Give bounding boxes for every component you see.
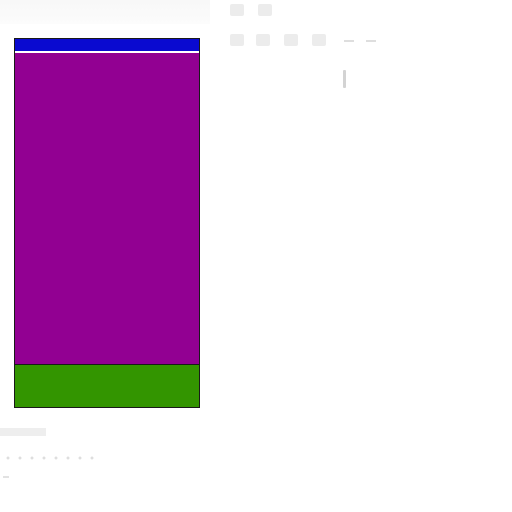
arrow-icon[interactable] xyxy=(258,4,272,16)
record-icon[interactable] xyxy=(256,34,270,46)
top-band xyxy=(15,39,199,53)
drawn-rectangle[interactable] xyxy=(14,38,200,408)
bottom-band xyxy=(15,365,199,407)
crop-icon[interactable] xyxy=(284,34,298,46)
app-canvas xyxy=(0,0,512,512)
faded-tick xyxy=(3,476,9,478)
middle-band xyxy=(15,53,199,365)
layout-icon[interactable] xyxy=(312,34,326,46)
faded-label xyxy=(0,428,46,436)
image-icon[interactable] xyxy=(230,34,244,46)
minus-icon[interactable] xyxy=(344,40,354,42)
faded-dots xyxy=(2,456,102,460)
minus-icon[interactable] xyxy=(366,40,376,42)
faded-title-strip xyxy=(0,0,210,24)
text-cursor-icon xyxy=(343,70,346,88)
pointer-icon[interactable] xyxy=(230,4,244,16)
faded-toolbar xyxy=(228,0,398,60)
